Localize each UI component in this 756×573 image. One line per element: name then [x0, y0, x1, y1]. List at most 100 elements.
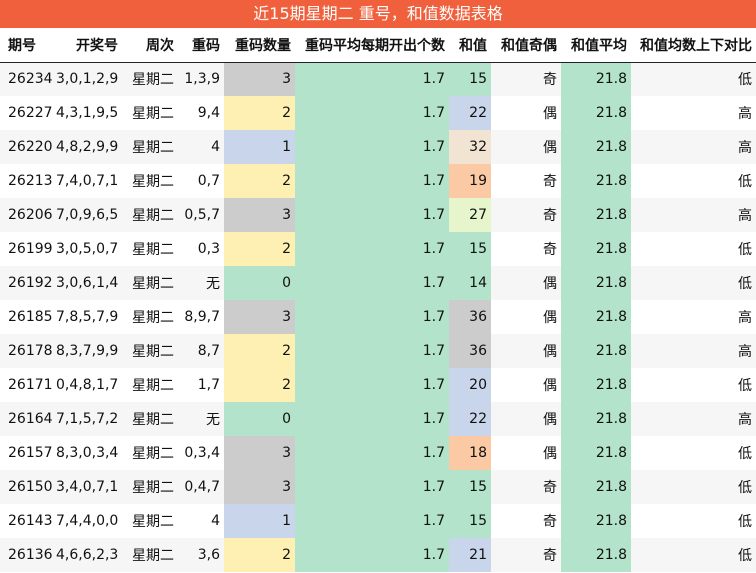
- cell-sum-avg: 21.8: [561, 368, 631, 402]
- cell-avg-count: 1.7: [295, 96, 449, 130]
- cell-compare: 高: [631, 198, 756, 232]
- cell-issue: 26234: [0, 62, 52, 96]
- cell-sum-avg: 21.8: [561, 300, 631, 334]
- cell-repeat-count: 3: [224, 470, 295, 504]
- cell-repeat: 无: [178, 266, 224, 300]
- cell-avg-count: 1.7: [295, 402, 449, 436]
- header-avg-count: 重码平均每期开出个数: [295, 28, 449, 63]
- cell-sum: 36: [449, 334, 491, 368]
- header-row: 期号 开奖号 周次 重码 重码数量 重码平均每期开出个数 和值 和值奇偶 和值平…: [0, 28, 756, 63]
- cell-weekday: 星期二: [122, 198, 178, 232]
- cell-issue: 26136: [0, 538, 52, 572]
- cell-sum-avg: 21.8: [561, 96, 631, 130]
- cell-repeat-count: 2: [224, 164, 295, 198]
- cell-repeat: 无: [178, 402, 224, 436]
- cell-sum: 21: [449, 538, 491, 572]
- cell-sum: 15: [449, 470, 491, 504]
- cell-compare: 高: [631, 96, 756, 130]
- cell-numbers: 3,0,1,2,9: [52, 62, 122, 96]
- table-row: 26150 3,4,0,7,1 星期二 0,4,7 3 1.7 15 奇 21.8 低: [0, 470, 756, 504]
- cell-parity: 偶: [491, 130, 561, 164]
- cell-sum: 15: [449, 232, 491, 266]
- cell-sum-avg: 21.8: [561, 266, 631, 300]
- cell-sum: 20: [449, 368, 491, 402]
- cell-sum-avg: 21.8: [561, 130, 631, 164]
- cell-numbers: 7,8,5,7,9: [52, 300, 122, 334]
- cell-parity: 奇: [491, 232, 561, 266]
- table-row: 26164 7,1,5,7,2 星期二无 0 1.7 22 偶 21.8 高: [0, 402, 756, 436]
- page-title: 近15期星期二 重号，和值数据表格: [0, 0, 756, 28]
- cell-compare: 低: [631, 232, 756, 266]
- cell-avg-count: 1.7: [295, 470, 449, 504]
- cell-parity: 偶: [491, 368, 561, 402]
- cell-compare: 低: [631, 266, 756, 300]
- cell-avg-count: 1.7: [295, 436, 449, 470]
- cell-repeat: 9,4: [178, 96, 224, 130]
- cell-sum: 22: [449, 96, 491, 130]
- cell-weekday: 星期二: [122, 334, 178, 368]
- cell-compare: 低: [631, 368, 756, 402]
- cell-sum-avg: 21.8: [561, 334, 631, 368]
- cell-avg-count: 1.7: [295, 368, 449, 402]
- cell-compare: 低: [631, 164, 756, 198]
- cell-parity: 奇: [491, 538, 561, 572]
- cell-numbers: 4,8,2,9,9: [52, 130, 122, 164]
- table-row: 26213 7,4,0,7,1 星期二 0,7 2 1.7 19 奇 21.8 低: [0, 164, 756, 198]
- cell-issue: 26178: [0, 334, 52, 368]
- cell-issue: 26157: [0, 436, 52, 470]
- table-row: 26227 4,3,1,9,5 星期二 9,4 2 1.7 22 偶 21.8 高: [0, 96, 756, 130]
- cell-avg-count: 1.7: [295, 300, 449, 334]
- cell-issue: 26220: [0, 130, 52, 164]
- cell-weekday: 星期二: [122, 266, 178, 300]
- cell-repeat: 3,6: [178, 538, 224, 572]
- cell-sum-avg: 21.8: [561, 436, 631, 470]
- cell-compare: 高: [631, 300, 756, 334]
- cell-sum: 15: [449, 62, 491, 96]
- cell-weekday: 星期二: [122, 504, 178, 538]
- table-row: 26157 8,3,0,3,4 星期二 0,3,4 3 1.7 18 偶 21.8 低: [0, 436, 756, 470]
- cell-compare: 低: [631, 436, 756, 470]
- table-row: 26234 3,0,1,2,9 星期二 1,3,9 3 1.7 15 奇 21.8 低: [0, 62, 756, 96]
- cell-weekday: 星期二: [122, 368, 178, 402]
- cell-weekday: 星期二: [122, 470, 178, 504]
- cell-sum: 18: [449, 436, 491, 470]
- cell-weekday: 星期二: [122, 232, 178, 266]
- cell-sum: 19: [449, 164, 491, 198]
- header-sum-avg: 和值平均: [561, 28, 631, 63]
- cell-avg-count: 1.7: [295, 538, 449, 572]
- cell-numbers: 8,3,7,9,9: [52, 334, 122, 368]
- cell-numbers: 7,4,0,7,1: [52, 164, 122, 198]
- cell-repeat: 0,3: [178, 232, 224, 266]
- header-repeat-count: 重码数量: [224, 28, 295, 63]
- header-sum: 和值: [449, 28, 491, 63]
- cell-issue: 26199: [0, 232, 52, 266]
- table-row: 26199 3,0,5,0,7 星期二 0,3 2 1.7 15 奇 21.8 低: [0, 232, 756, 266]
- cell-repeat-count: 2: [224, 334, 295, 368]
- header-repeat: 重码: [178, 28, 224, 63]
- cell-repeat-count: 2: [224, 96, 295, 130]
- table-row: 26185 7,8,5,7,9 星期二 8,9,7 3 1.7 36 偶 21.8 高: [0, 300, 756, 334]
- cell-parity: 偶: [491, 300, 561, 334]
- cell-numbers: 3,0,6,1,4: [52, 266, 122, 300]
- cell-sum-avg: 21.8: [561, 504, 631, 538]
- table-row: 26136 4,6,6,2,3 星期二 3,6 2 1.7 21 奇 21.8 低: [0, 538, 756, 572]
- cell-weekday: 星期二: [122, 538, 178, 572]
- cell-repeat-count: 0: [224, 266, 295, 300]
- cell-numbers: 7,1,5,7,2: [52, 402, 122, 436]
- table-row: 26220 4,8,2,9,9 星期二 4 1 1.7 32 偶 21.8 高: [0, 130, 756, 164]
- cell-parity: 奇: [491, 62, 561, 96]
- cell-sum: 14: [449, 266, 491, 300]
- cell-weekday: 星期二: [122, 436, 178, 470]
- cell-parity: 偶: [491, 266, 561, 300]
- cell-issue: 26143: [0, 504, 52, 538]
- header-numbers: 开奖号: [52, 28, 122, 63]
- cell-parity: 偶: [491, 96, 561, 130]
- header-parity: 和值奇偶: [491, 28, 561, 63]
- cell-weekday: 星期二: [122, 62, 178, 96]
- cell-compare: 高: [631, 402, 756, 436]
- cell-repeat-count: 3: [224, 198, 295, 232]
- cell-numbers: 7,0,9,6,5: [52, 198, 122, 232]
- cell-avg-count: 1.7: [295, 232, 449, 266]
- cell-repeat-count: 1: [224, 130, 295, 164]
- cell-repeat: 1,7: [178, 368, 224, 402]
